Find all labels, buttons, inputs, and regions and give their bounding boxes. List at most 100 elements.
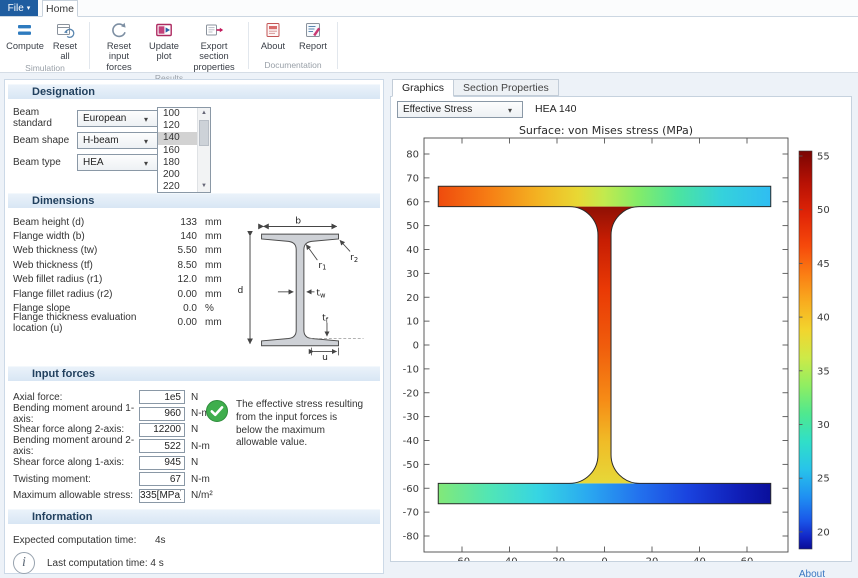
tick-label: -60 [403,484,419,495]
tick-label: 45 [817,259,830,270]
about-link[interactable]: About [799,569,825,578]
svg-text:b: b [295,217,301,227]
colorbar [799,151,812,549]
tick-label: -40 [403,436,419,447]
compute-icon [15,20,35,40]
size-option[interactable]: 140 [158,132,197,144]
export-icon [204,20,224,40]
about-button[interactable]: About [253,19,293,52]
graphics-panel: Graphics Section Properties Effective St… [390,79,852,574]
force-input[interactable] [139,456,185,470]
tick-label: 50 [817,205,830,216]
svg-text:d: d [237,286,243,296]
reset-input-forces-button[interactable]: Reset input forces [94,19,144,73]
size-option[interactable]: 160 [158,145,197,157]
tab-graphics[interactable]: Graphics [392,79,454,97]
size-option[interactable]: 100 [158,108,197,120]
tick-label: 30 [406,269,419,280]
beam-designation-label: HEA 140 [535,103,576,115]
beam-standard-select[interactable]: European [77,110,159,127]
export-section-properties-button[interactable]: Export section properties [184,19,244,73]
size-list: 100120140160180200220 [158,108,197,192]
scroll-up-icon[interactable]: ▲ [198,108,210,119]
last-computation-time: Last computation time: 4 s [47,558,164,569]
expected-time-label: Expected computation time: [13,535,155,546]
dimension-row: Flange thickness evaluation location (u)… [13,316,225,330]
tick-label: -70 [403,508,419,519]
beam-shape-select[interactable]: H-beam [77,132,159,149]
tick-label: 35 [817,366,830,377]
tick-label: 40 [406,245,419,256]
ribbon-group-label: Simulation [5,63,85,75]
tick-label: -50 [403,460,419,471]
dimension-row: Web thickness (tw)5.50mm [13,244,225,258]
tick-label: 30 [817,420,830,431]
beam-shape-label: Beam shape [13,135,77,146]
tick-label: 0 [601,557,607,562]
beam-size-list: 100120140160180200220 ▲ ▼ [157,107,211,193]
tick-label: 40 [817,313,830,324]
size-list-scrollbar[interactable]: ▲ ▼ [197,108,210,192]
settings-panel: Designation Beam standard European Beam … [4,79,384,574]
designation-section-header: Designation [8,84,380,99]
plot-title: Surface: von Mises stress (MPa) [519,124,693,137]
tick-label: 0 [413,341,419,352]
scroll-down-icon[interactable]: ▼ [198,181,210,192]
size-option[interactable]: 180 [158,157,197,169]
beam-type-select[interactable]: HEA [77,154,159,171]
tick-label: -20 [403,388,419,399]
size-option[interactable]: 200 [158,169,197,181]
force-input[interactable] [139,423,185,437]
ribbon-separator [337,22,338,69]
beam-diagram: b d r1 r2 tw tf [225,214,377,362]
tick-label: -10 [403,364,419,375]
chevron-down-icon [144,136,155,147]
tick-label: 50 [406,221,419,232]
chevron-down-icon [144,114,155,125]
tick-label: -80 [403,532,419,543]
force-input[interactable] [139,390,185,404]
tick-label: -30 [403,412,419,423]
force-row: Bending moment around 2-axis:N-m [13,438,231,454]
reset-all-icon [55,20,75,40]
report-button[interactable]: Report [293,19,333,52]
ribbon-group-simulation: Compute Reset all Simulation [2,19,88,72]
size-option[interactable]: 220 [158,181,197,192]
tab-section-properties[interactable]: Section Properties [454,79,559,96]
tab-home[interactable]: Home [42,0,78,17]
tick-label: 80 [406,150,419,161]
reset-all-button[interactable]: Reset all [45,19,85,63]
tick-label: 40 [693,557,706,562]
dimension-row: Flange width (b)140mm [13,229,225,243]
ribbon-separator [89,22,90,69]
tick-label: 25 [817,474,830,485]
compute-button[interactable]: Compute [5,19,45,52]
svg-text:tw: tw [316,289,326,300]
beam-type-label: Beam type [13,157,77,168]
update-plot-button[interactable]: Update plot [144,19,184,63]
info-icon: i [13,552,35,574]
svg-text:r2: r2 [350,253,358,264]
svg-text:u: u [322,353,328,362]
plot-type-select[interactable]: Effective Stress [397,101,523,118]
check-circle-icon [205,399,229,450]
tick-label: 60 [741,557,754,562]
force-input[interactable] [139,472,185,486]
force-input[interactable] [139,407,185,421]
ribbon-group-documentation: About Report Documentation [250,19,336,72]
dimension-row: Flange fillet radius (r2)0.00mm [13,287,225,301]
size-option[interactable]: 120 [158,120,197,132]
tick-label: 55 [817,152,830,163]
force-input[interactable] [139,489,185,503]
scroll-thumb[interactable] [199,120,209,146]
file-menu-button[interactable]: File [0,0,38,16]
von-mises-plot[interactable]: Surface: von Mises stress (MPa) -60 -40 -2… [393,121,845,561]
dimension-row: Web thickness (tf)8.50mm [13,258,225,272]
ribbon-group-label: Documentation [253,60,333,72]
input-forces-section-header: Input forces [8,366,380,381]
force-input[interactable] [139,439,185,453]
tick-label: 70 [406,173,419,184]
dimension-row: Web fillet radius (r1)12.0mm [13,273,225,287]
chevron-down-icon [508,105,519,116]
report-icon [303,20,323,40]
